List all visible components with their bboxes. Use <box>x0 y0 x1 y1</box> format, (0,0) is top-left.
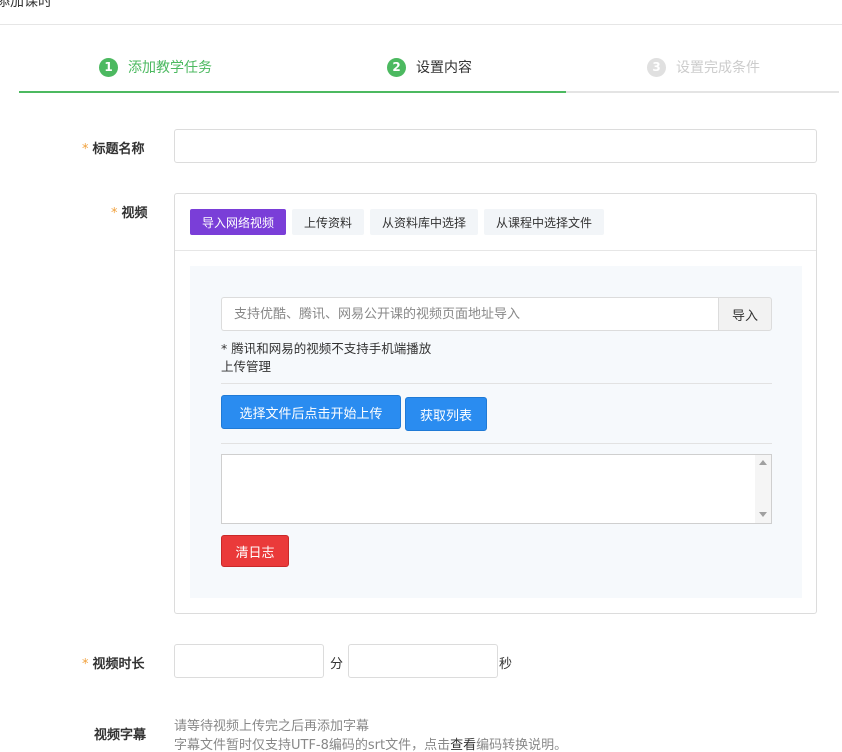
clear-log-button[interactable]: 清日志 <box>221 535 289 567</box>
subtitle-tip-2-text-a: 字幕文件暂时仅支持UTF-8编码的srt文件，点击 <box>174 738 451 752</box>
title-input[interactable] <box>174 129 817 163</box>
url-import-row: 导入 <box>221 297 772 331</box>
scroll-up-arrow-icon[interactable] <box>759 460 767 465</box>
required-mark: * <box>111 206 118 221</box>
scroll-down-arrow-icon[interactable] <box>759 512 767 517</box>
required-mark: * <box>82 142 89 157</box>
mobile-play-note: * 腾讯和网易的视频不支持手机端播放 <box>221 341 432 356</box>
progress-steps: 1 添加教学任务 2 设置内容 3 设置完成条件 <box>19 48 839 94</box>
divider <box>221 443 772 444</box>
subtitle-tip-2: 字幕文件暂时仅支持UTF-8编码的srt文件，点击查看编码转换说明。 <box>174 734 567 752</box>
subtitle-tip-1: 请等待视频上传完之后再添加字幕 <box>174 719 370 734</box>
steps-progress <box>19 91 566 93</box>
step-2-number: 2 <box>387 57 406 77</box>
minutes-unit: 分 <box>330 657 344 672</box>
page-title: 添加课时 <box>0 0 52 10</box>
step-2: 2 设置内容 <box>387 57 472 77</box>
video-label: * 视频 <box>111 202 148 221</box>
select-file-upload-button[interactable]: 选择文件后点击开始上传 <box>221 395 401 429</box>
tab-upload-material[interactable]: 上传资料 <box>292 209 365 235</box>
page-header: 添加课时 <box>0 0 842 25</box>
import-area: 导入 * 腾讯和网易的视频不支持手机端播放 上传管理 选择文件后点击开始上传 获… <box>190 266 802 598</box>
upload-log-textarea[interactable] <box>221 454 772 524</box>
tab-select-from-library[interactable]: 从资料库中选择 <box>370 209 479 235</box>
step-3: 3 设置完成条件 <box>647 57 760 77</box>
step-1: 1 添加教学任务 <box>99 57 212 77</box>
get-list-button[interactable]: 获取列表 <box>405 397 487 431</box>
step-3-label: 设置完成条件 <box>676 60 760 76</box>
tab-select-from-course[interactable]: 从课程中选择文件 <box>484 209 605 235</box>
divider <box>221 383 772 384</box>
subtitle-tip-2-text-b: 编码转换说明。 <box>476 738 568 752</box>
duration-seconds-input[interactable] <box>348 644 498 678</box>
log-scrollbar[interactable] <box>755 455 771 523</box>
seconds-unit: 秒 <box>499 657 513 672</box>
step-2-label: 设置内容 <box>416 60 472 76</box>
title-label: * 标题名称 <box>82 138 145 157</box>
duration-minutes-input[interactable] <box>174 644 324 678</box>
video-source-tabs: 导入网络视频 上传资料 从资料库中选择 从课程中选择文件 <box>190 209 610 235</box>
duration-label-text: 视频时长 <box>92 657 145 672</box>
import-button[interactable]: 导入 <box>718 297 772 331</box>
tab-import-online-video[interactable]: 导入网络视频 <box>190 209 287 235</box>
video-label-text: 视频 <box>121 206 148 221</box>
duration-label: * 视频时长 <box>82 653 145 672</box>
subtitle-label: 视频字幕 <box>94 728 147 743</box>
step-1-number: 1 <box>99 57 118 77</box>
step-1-label: 添加教学任务 <box>128 60 212 76</box>
view-encoding-link[interactable]: 查看 <box>450 738 476 752</box>
title-label-text: 标题名称 <box>92 142 145 157</box>
video-panel: 导入网络视频 上传资料 从资料库中选择 从课程中选择文件 导入 * 腾讯和网易的… <box>174 193 817 614</box>
required-mark: * <box>82 657 89 672</box>
video-url-input[interactable] <box>221 297 718 331</box>
upload-manage-title: 上传管理 <box>221 359 272 374</box>
step-3-number: 3 <box>647 57 666 77</box>
tabs-divider <box>175 250 816 251</box>
